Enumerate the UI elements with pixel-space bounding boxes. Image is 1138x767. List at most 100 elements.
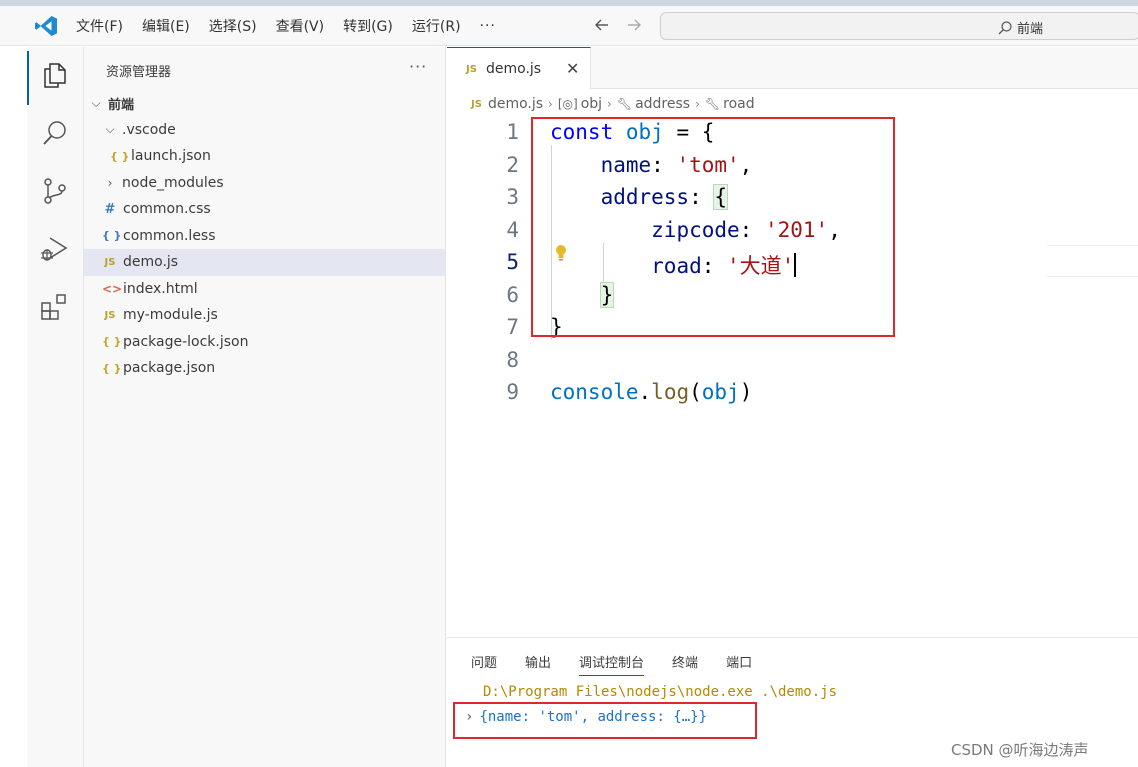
variable-icon: [◎] (557, 97, 578, 111)
tree-item-package-json[interactable]: { } package.json (84, 355, 446, 382)
line-number: 9 (506, 380, 519, 404)
tree-item-common-css[interactable]: # common.css (84, 196, 446, 223)
js-file-icon: JS (104, 256, 116, 268)
editor-tab-bar: JS demo.js ✕ (447, 47, 1138, 90)
tree-item-label: package.json (123, 360, 216, 377)
tree-item-common-less[interactable]: { } common.less (84, 223, 446, 250)
tree-item-node-modules[interactable]: › node_modules (84, 170, 446, 197)
breadcrumb-file[interactable]: demo.js (488, 96, 543, 112)
tab-debug-console[interactable]: 调试控制台 (579, 652, 645, 676)
tree-root-folder[interactable]: ⌵ 前端 (84, 90, 446, 117)
line-number: 4 (506, 217, 519, 242)
chevron-right-icon: › (695, 97, 700, 111)
arrow-left-icon[interactable] (592, 15, 612, 35)
tree-item-label: common.css (123, 201, 211, 218)
breadcrumb-road[interactable]: road (723, 96, 754, 112)
breadcrumb-address[interactable]: address (635, 96, 690, 112)
chevron-down-icon: ⌵ (105, 122, 115, 137)
watermark: CSDN @听海边涛声 (951, 741, 1089, 759)
breadcrumb-obj[interactable]: obj (581, 96, 602, 112)
search-icon (998, 20, 1012, 34)
json-file-icon: { } (102, 335, 122, 349)
menu-file[interactable]: 文件(F) (76, 16, 123, 36)
vscode-logo-icon (35, 16, 57, 36)
explorer-title: 资源管理器 (106, 65, 172, 80)
tab-label: demo.js (486, 61, 542, 77)
menu-bar: 文件(F) 编辑(E) 选择(S) 查看(V) 转到(G) 运行(R) ··· (76, 6, 496, 46)
tree-item-my-module-js[interactable]: JS my-module.js (84, 302, 446, 329)
tab-ports[interactable]: 端口 (726, 652, 752, 676)
line-number: 8 (506, 347, 519, 372)
menu-run[interactable]: 运行(R) (412, 16, 461, 36)
chevron-right-icon: › (607, 97, 612, 111)
tab-terminal[interactable]: 终端 (672, 652, 698, 676)
breadcrumb: JS demo.js › [◎] obj › 🔧︎ address › 🔧︎ r… (471, 94, 755, 114)
tree-item-launch-json[interactable]: { } launch.json (84, 143, 446, 170)
activity-bar (27, 47, 84, 767)
code-text: console.log(obj) (550, 380, 753, 404)
menu-go[interactable]: 转到(G) (343, 16, 393, 36)
code-line: 9 console.log(obj) (447, 377, 1138, 410)
menu-edit[interactable]: 编辑(E) (142, 16, 190, 36)
tree-item-label: launch.json (131, 148, 211, 165)
chevron-right-icon: › (107, 175, 113, 190)
panel-tabs: 问题 输出 调试控制台 终端 端口 (471, 652, 780, 676)
js-file-icon: JS (104, 309, 116, 321)
menu-more-button[interactable]: ··· (480, 18, 496, 34)
annotation-box-output (453, 702, 757, 739)
activity-active-indicator (27, 51, 29, 105)
line-number: 1 (506, 120, 519, 144)
line-number: 5 (506, 250, 519, 274)
js-file-icon: JS (466, 64, 477, 75)
line-number: 3 (506, 185, 519, 209)
arrow-right-icon[interactable] (624, 15, 644, 35)
explorer-sidebar: 资源管理器 ··· ⌵ 前端 ⌵ .vscode { } launch.json… (84, 47, 446, 767)
tree-item-demo-js[interactable]: JS demo.js (84, 249, 446, 276)
chevron-down-icon: ⌵ (91, 95, 101, 110)
explorer-files-icon[interactable] (39, 59, 71, 91)
wrench-icon: 🔧︎ (616, 97, 633, 111)
source-control-icon[interactable] (39, 175, 71, 207)
json-file-icon: { } (110, 149, 130, 163)
root-folder-label: 前端 (108, 97, 135, 113)
search-text: 前端 (1017, 22, 1044, 37)
tree-item-label: node_modules (122, 174, 224, 191)
tree-item-index-html[interactable]: <> index.html (84, 276, 446, 303)
tab-demo-js[interactable]: JS demo.js ✕ (447, 47, 591, 90)
extensions-icon[interactable] (39, 291, 71, 323)
nav-arrows (592, 15, 644, 35)
less-file-icon: { } (102, 229, 122, 243)
search-view-icon[interactable] (39, 117, 71, 149)
console-command-line: D:\Program Files\nodejs\node.exe .\demo.… (483, 684, 838, 700)
tree-item-label: package-lock.json (123, 333, 249, 350)
file-tree: ⌵ 前端 ⌵ .vscode { } launch.json › node_mo… (84, 90, 446, 382)
left-gap (0, 47, 27, 767)
chevron-right-icon: › (548, 97, 553, 111)
line-number: 6 (506, 282, 519, 307)
css-file-icon: # (104, 201, 116, 217)
title-bar: 文件(F) 编辑(E) 选择(S) 查看(V) 转到(G) 运行(R) ··· … (0, 6, 1138, 46)
tree-item-label: .vscode (122, 121, 176, 138)
tree-item-vscode[interactable]: ⌵ .vscode (84, 117, 446, 144)
annotation-box-code (531, 117, 895, 337)
line-number: 2 (506, 152, 519, 177)
menu-selection[interactable]: 选择(S) (209, 16, 257, 36)
run-debug-icon[interactable] (39, 233, 71, 265)
tree-item-label: demo.js (123, 254, 179, 271)
tree-item-label: common.less (123, 227, 216, 244)
close-icon[interactable]: ✕ (566, 59, 579, 78)
explorer-more-button[interactable]: ··· (409, 57, 427, 76)
json-file-icon: { } (102, 361, 122, 375)
menu-view[interactable]: 查看(V) (276, 16, 325, 36)
wrench-icon: 🔧︎ (704, 97, 721, 111)
tree-item-label: index.html (123, 280, 198, 297)
tab-output[interactable]: 输出 (525, 652, 551, 676)
code-line: 8 (447, 345, 1138, 378)
html-file-icon: <> (102, 281, 123, 296)
tree-item-label: my-module.js (123, 307, 218, 324)
tab-problems[interactable]: 问题 (471, 652, 497, 676)
tree-item-package-lock-json[interactable]: { } package-lock.json (84, 329, 446, 356)
js-file-icon: JS (471, 98, 482, 110)
command-center-search[interactable]: 前端 (660, 12, 1138, 40)
line-number: 7 (506, 315, 519, 339)
